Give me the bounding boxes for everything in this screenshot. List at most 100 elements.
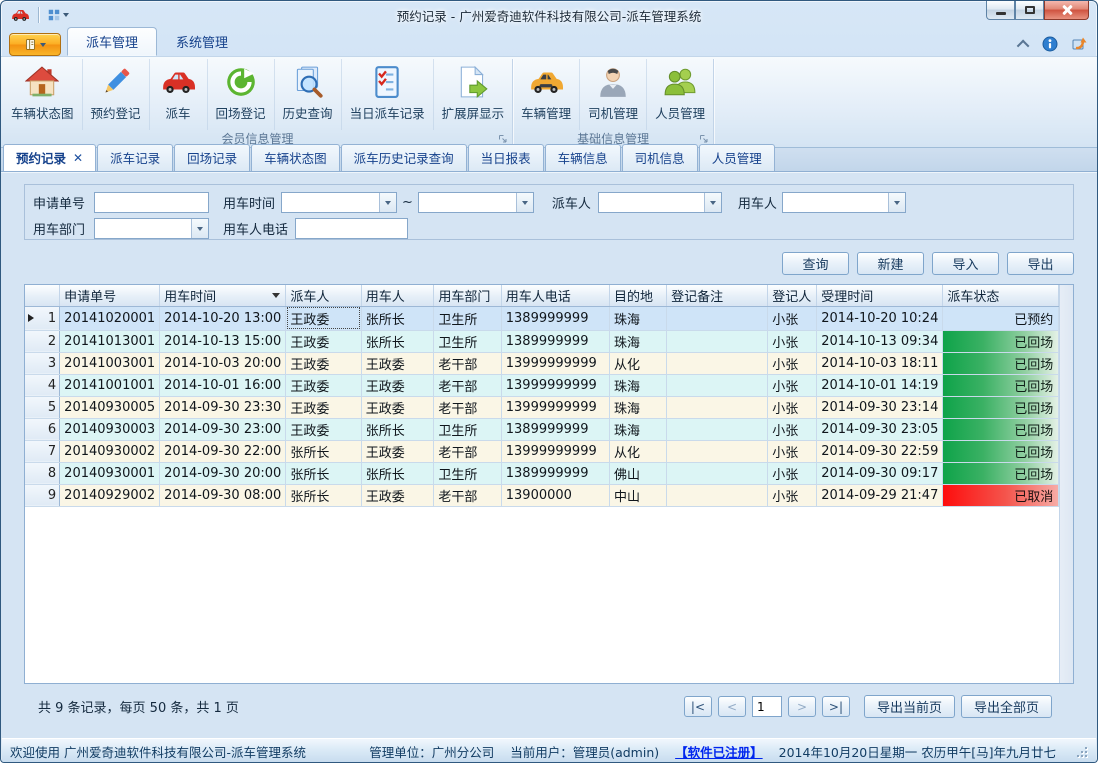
- grid-cell[interactable]: 珠海: [609, 330, 666, 352]
- grid-cell[interactable]: 珠海: [609, 418, 666, 440]
- resize-grip[interactable]: [1076, 746, 1088, 758]
- chevron-down-icon[interactable]: [191, 219, 208, 238]
- grid-cell[interactable]: 2014-10-03 18:11: [817, 352, 943, 374]
- pencil-ribbon-button[interactable]: 预约登记: [83, 59, 150, 130]
- grid-cell[interactable]: 佛山: [609, 462, 666, 484]
- new-button[interactable]: 新建: [857, 252, 924, 275]
- grid-cell[interactable]: 小张: [768, 440, 817, 462]
- first-page-button[interactable]: |<: [684, 696, 712, 717]
- doc-tab-0[interactable]: 预约记录✕: [3, 144, 96, 171]
- dispatch-status-cell[interactable]: 已回场: [943, 396, 1059, 418]
- grid-cell[interactable]: [667, 462, 768, 484]
- grid-cell[interactable]: 王政委: [286, 330, 361, 352]
- grid-cell[interactable]: 小张: [768, 484, 817, 506]
- dispatch-status-cell[interactable]: 已取消: [943, 484, 1059, 506]
- dispatch-status-cell[interactable]: 已回场: [943, 352, 1059, 374]
- grid-cell[interactable]: 2014-09-30 20:00: [160, 462, 286, 484]
- dispatch-status-cell[interactable]: 已回场: [943, 330, 1059, 352]
- grid-cell[interactable]: 20141013001: [60, 330, 160, 352]
- dispatch-status-cell[interactable]: 已回场: [943, 440, 1059, 462]
- import-button[interactable]: 导入: [932, 252, 999, 275]
- ribbon-tab-1[interactable]: 系统管理: [157, 27, 247, 56]
- doc-tab-4[interactable]: 派车历史记录查询: [341, 144, 467, 171]
- chevron-down-icon[interactable]: [704, 193, 721, 212]
- grid-cell[interactable]: 20141001001: [60, 374, 160, 396]
- grid-cell[interactable]: 2014-09-30 22:59: [817, 440, 943, 462]
- grid-cell[interactable]: [667, 418, 768, 440]
- grid-cell[interactable]: [667, 330, 768, 352]
- extend-screen-ribbon-button[interactable]: 扩展屏显示: [434, 59, 513, 130]
- row-indicator[interactable]: 3: [25, 352, 60, 374]
- row-indicator[interactable]: 7: [25, 440, 60, 462]
- column-header-9[interactable]: 登记人: [768, 285, 817, 306]
- grid-cell[interactable]: 老干部: [434, 396, 501, 418]
- export-all-pages-button[interactable]: 导出全部页: [961, 695, 1052, 718]
- grid-cell[interactable]: 2014-10-13 09:34: [817, 330, 943, 352]
- grid-cell[interactable]: 老干部: [434, 484, 501, 506]
- grid-cell[interactable]: 2014-09-29 21:47: [817, 484, 943, 506]
- grid-cell[interactable]: 13900000: [501, 484, 609, 506]
- return-ribbon-button[interactable]: 回场登记: [208, 59, 275, 130]
- grid-cell[interactable]: 老干部: [434, 352, 501, 374]
- export-current-page-button[interactable]: 导出当前页: [864, 695, 955, 718]
- grid-cell[interactable]: [667, 396, 768, 418]
- grid-cell[interactable]: 从化: [609, 352, 666, 374]
- grid-cell[interactable]: 珠海: [609, 306, 666, 330]
- info-icon[interactable]: [1042, 36, 1058, 52]
- doc-tab-1[interactable]: 派车记录: [97, 144, 173, 171]
- grid-cell[interactable]: 中山: [609, 484, 666, 506]
- vertical-scrollbar[interactable]: [1059, 285, 1073, 683]
- application-menu-button[interactable]: [9, 33, 61, 56]
- doc-tab-5[interactable]: 当日报表: [468, 144, 544, 171]
- use-time-to-select[interactable]: [418, 192, 534, 213]
- grid-cell[interactable]: 2014-10-13 15:00: [160, 330, 286, 352]
- grid-cell[interactable]: 13999999999: [501, 374, 609, 396]
- grid-cell[interactable]: 王政委: [286, 352, 361, 374]
- page-number-input[interactable]: [752, 696, 782, 717]
- grid-cell[interactable]: 2014-10-20 13:00: [160, 306, 286, 330]
- grid-cell[interactable]: 卫生所: [434, 330, 501, 352]
- grid-cell[interactable]: 2014-10-01 16:00: [160, 374, 286, 396]
- column-header-6[interactable]: 用车人电话: [501, 285, 609, 306]
- dialog-launcher-icon[interactable]: [699, 134, 709, 144]
- dispatch-status-cell[interactable]: 已回场: [943, 462, 1059, 484]
- grid-cell[interactable]: 小张: [768, 352, 817, 374]
- grid-cell[interactable]: 从化: [609, 440, 666, 462]
- grid-cell[interactable]: 2014-09-30 23:05: [817, 418, 943, 440]
- grid-cell[interactable]: 13999999999: [501, 396, 609, 418]
- grid-cell[interactable]: 老干部: [434, 440, 501, 462]
- grid-cell[interactable]: 卫生所: [434, 306, 501, 330]
- last-page-button[interactable]: >|: [822, 696, 850, 717]
- grid-cell[interactable]: 20140930002: [60, 440, 160, 462]
- grid-cell[interactable]: 小张: [768, 462, 817, 484]
- dispatch-status-cell[interactable]: 已预约: [943, 306, 1059, 330]
- grid-cell[interactable]: 小张: [768, 396, 817, 418]
- minimize-button[interactable]: [986, 1, 1015, 20]
- help-icon[interactable]: [1071, 36, 1087, 52]
- grid-cell[interactable]: [667, 306, 768, 330]
- grid-cell[interactable]: [667, 374, 768, 396]
- column-header-10[interactable]: 受理时间: [817, 285, 943, 306]
- grid-cell[interactable]: 20140929002: [60, 484, 160, 506]
- row-indicator[interactable]: 8: [25, 462, 60, 484]
- grid-cell[interactable]: 王政委: [361, 440, 434, 462]
- grid-cell[interactable]: 20141020001: [60, 306, 160, 330]
- row-indicator[interactable]: 4: [25, 374, 60, 396]
- grid-cell[interactable]: 1389999999: [501, 306, 609, 330]
- dispatch-status-cell[interactable]: 已回场: [943, 374, 1059, 396]
- grid-cell[interactable]: 小张: [768, 330, 817, 352]
- grid-cell[interactable]: 20140930005: [60, 396, 160, 418]
- column-header-4[interactable]: 用车人: [361, 285, 434, 306]
- grid-cell[interactable]: 张所长: [286, 462, 361, 484]
- car-red-ribbon-button[interactable]: 派车: [150, 59, 208, 130]
- column-header-3[interactable]: 派车人: [286, 285, 361, 306]
- history-ribbon-button[interactable]: 历史查询: [275, 59, 342, 130]
- chevron-down-icon[interactable]: [379, 193, 396, 212]
- grid-cell[interactable]: 王政委: [361, 484, 434, 506]
- grid-cell[interactable]: [667, 484, 768, 506]
- grid-cell[interactable]: 20141003001: [60, 352, 160, 374]
- grid-cell[interactable]: 2014-09-30 23:30: [160, 396, 286, 418]
- grid-cell[interactable]: 王政委: [361, 374, 434, 396]
- grid-cell[interactable]: [667, 440, 768, 462]
- grid-cell[interactable]: 2014-09-30 22:00: [160, 440, 286, 462]
